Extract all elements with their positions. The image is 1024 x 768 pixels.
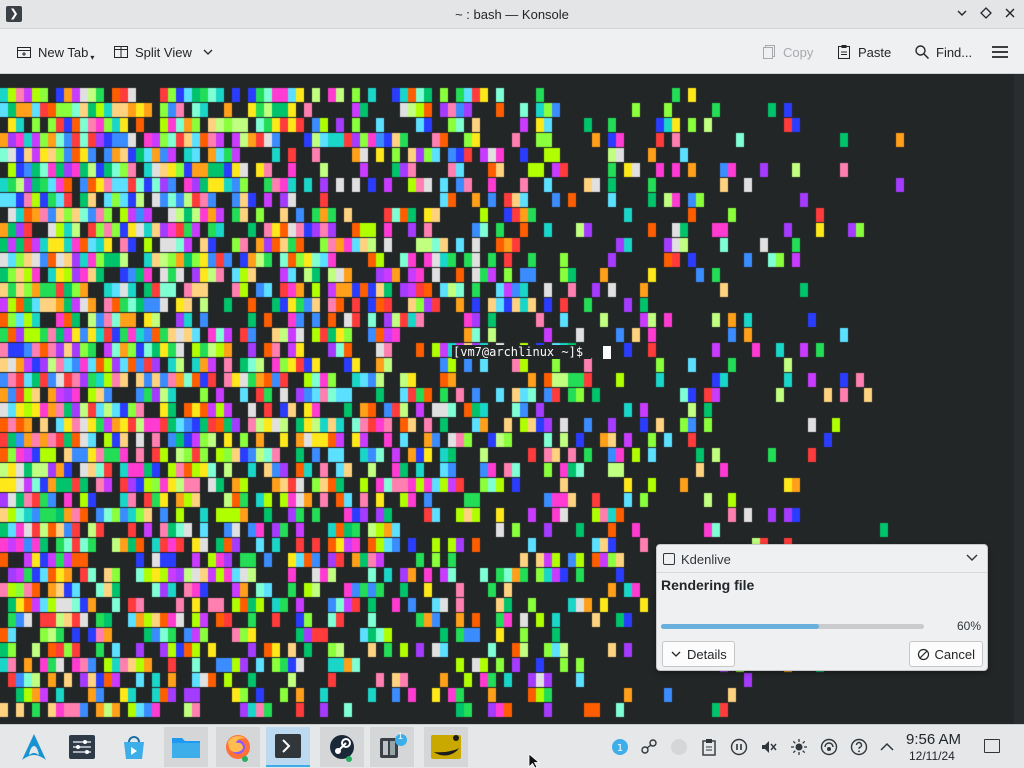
search-icon xyxy=(915,45,930,60)
new-tab-label: New Tab xyxy=(38,44,89,60)
kdenlive-icon xyxy=(663,553,675,565)
expand-tray-icon[interactable] xyxy=(878,738,896,756)
taskbar-dolphin[interactable] xyxy=(164,727,208,767)
copy-icon xyxy=(763,45,775,59)
cancel-label: Cancel xyxy=(934,646,975,662)
dolphin-icon xyxy=(172,738,200,758)
collapse-notification-button[interactable] xyxy=(963,550,981,568)
cancel-render-button[interactable]: Cancel xyxy=(908,641,983,667)
split-view-label: Split View xyxy=(135,44,192,60)
kdenlive-notification[interactable]: Kdenlive Rendering file 60% Details Canc… xyxy=(656,544,988,671)
media-pause-icon[interactable] xyxy=(730,738,748,756)
taskbar-kdenlive[interactable]: 1 xyxy=(370,727,414,767)
details-button[interactable]: Details xyxy=(662,641,735,667)
shell-prompt: [vm7@archlinux ~]$ xyxy=(452,345,592,359)
notification-title: Rendering file xyxy=(661,577,755,593)
cancel-icon xyxy=(917,648,929,660)
taskbar: 1 1 9:56 AM 12/11/24 xyxy=(0,724,1024,768)
updates-badge: 1 xyxy=(398,731,404,741)
discover-icon xyxy=(124,736,144,759)
new-tab-icon xyxy=(17,47,31,58)
chevron-down-icon xyxy=(671,651,681,657)
application-launcher[interactable] xyxy=(12,727,56,767)
maximize-button[interactable] xyxy=(976,4,996,24)
render-progress-percent: 60% xyxy=(956,619,981,633)
copy-button[interactable]: Copy xyxy=(761,41,813,63)
split-view-icon xyxy=(114,46,128,58)
toolbar: New Tab ▾ Split View Copy Paste Find... xyxy=(0,29,1024,74)
mouse-pointer-icon xyxy=(528,754,541,768)
taskbar-konsole[interactable] xyxy=(266,727,310,767)
media-player-icon xyxy=(431,735,461,759)
hamburger-menu-icon xyxy=(992,46,1008,58)
clock-time[interactable]: 9:56 AM xyxy=(906,731,961,748)
paste-label: Paste xyxy=(858,44,892,60)
notification-app-name: Kdenlive xyxy=(681,552,731,567)
taskbar-steam[interactable] xyxy=(320,727,364,767)
diamond-icon xyxy=(980,7,992,19)
find-button[interactable]: Find... xyxy=(914,41,972,63)
taskbar-discover[interactable] xyxy=(112,727,156,767)
volume-muted-icon[interactable] xyxy=(760,738,778,756)
copy-label: Copy xyxy=(783,44,814,60)
close-icon xyxy=(1005,8,1015,18)
minimize-button[interactable] xyxy=(952,4,972,24)
taskbar-system-settings[interactable] xyxy=(60,727,104,767)
system-settings-icon xyxy=(69,735,95,759)
paste-button[interactable]: Paste xyxy=(836,41,891,63)
clock-date[interactable]: 12/11/24 xyxy=(909,749,955,763)
terminal-cursor xyxy=(603,346,611,359)
details-label: Details xyxy=(687,646,727,662)
title-bar[interactable]: ❯ ~ : bash — Konsole xyxy=(0,0,1024,29)
chevron-down-icon xyxy=(957,10,967,16)
find-label: Find... xyxy=(936,44,973,60)
dropdown-indicator-icon[interactable]: ▾ xyxy=(90,53,94,62)
split-view-button[interactable]: Split View xyxy=(113,41,214,63)
paste-icon xyxy=(838,45,850,59)
close-button[interactable] xyxy=(1000,4,1020,24)
clipboard-icon[interactable] xyxy=(700,738,718,756)
chevron-down-icon xyxy=(966,554,978,561)
window-title: ~ : bash — Konsole xyxy=(455,7,569,22)
taskbar-media-player[interactable] xyxy=(424,727,468,767)
taskbar-firefox[interactable] xyxy=(216,727,260,767)
konsole-icon xyxy=(275,734,301,758)
network-icon[interactable] xyxy=(670,738,688,756)
updates-badge-icon[interactable]: 1 xyxy=(611,738,629,756)
kde-connect-icon[interactable] xyxy=(640,738,658,756)
render-progress-bar xyxy=(661,624,924,629)
svg-text:1: 1 xyxy=(617,743,623,754)
arch-linux-launcher-icon xyxy=(22,734,46,760)
steam-icon xyxy=(330,735,354,762)
brightness-icon[interactable] xyxy=(790,738,808,756)
notification-header: Kdenlive xyxy=(657,545,987,573)
hamburger-menu-button[interactable] xyxy=(991,41,1009,63)
chevron-down-icon xyxy=(203,49,213,55)
help-icon[interactable] xyxy=(850,738,868,756)
terminal-scrollbar[interactable] xyxy=(1014,74,1024,724)
render-progress-fill xyxy=(661,624,819,629)
show-desktop-button[interactable] xyxy=(984,739,1000,753)
new-tab-button[interactable]: New Tab ▾ xyxy=(16,41,94,63)
firefox-icon xyxy=(226,735,250,762)
vpn-icon[interactable] xyxy=(820,738,838,756)
